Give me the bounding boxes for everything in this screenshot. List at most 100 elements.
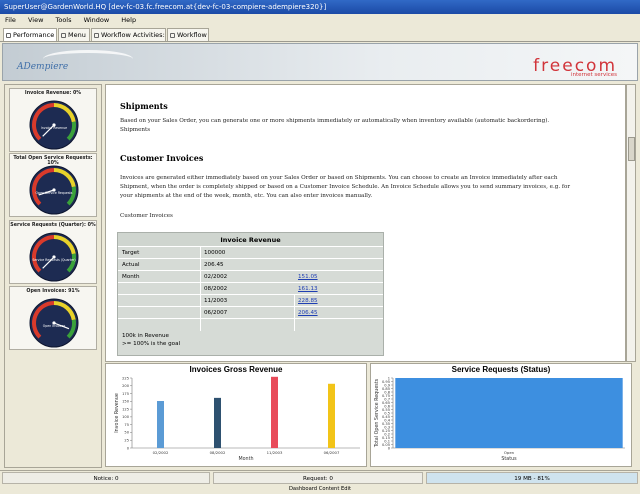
revenue-link[interactable]: 228.85 xyxy=(298,295,318,307)
gauge-label: Open Service Requests xyxy=(36,191,73,195)
tab-workflow[interactable]: Workflow xyxy=(167,28,209,41)
table-row: Actual 206.45 xyxy=(118,259,383,271)
month-value: 08/2002 xyxy=(204,286,228,292)
window-title: SuperUser@GardenWorld.HQ [dev-fc-03.fc.f… xyxy=(0,0,640,14)
month-value: 06/2007 xyxy=(204,310,228,316)
y-tick-label: 0.1 xyxy=(384,439,390,443)
tab-bar: Performance Menu Workflow Activities: 1 … xyxy=(0,27,640,42)
bar[interactable] xyxy=(271,376,278,448)
menu-file[interactable]: File xyxy=(5,16,16,24)
x-tick-label: Open xyxy=(504,450,515,455)
table-row: 11/2003 228.85 xyxy=(118,295,383,307)
chart-svg: 0 25 50 75 100 125 150 175 200 225 02/2002 08/2002 1… xyxy=(114,376,360,462)
application-window: SuperUser@GardenWorld.HQ [dev-fc-03.fc.f… xyxy=(0,0,640,494)
y-tick-label: 0.55 xyxy=(382,408,390,412)
y-tick-label: 0.65 xyxy=(382,401,390,405)
y-tick-label: 0.9 xyxy=(384,383,390,387)
gauge-title: Invoice Revenue: 0% xyxy=(24,91,82,96)
tab-performance-label: Performance xyxy=(13,31,55,39)
vertical-scrollbar[interactable] xyxy=(626,84,636,362)
invoice-revenue-table: Invoice Revenue Target 100000 Actual 206… xyxy=(117,232,384,356)
actual-value: 206.45 xyxy=(204,262,224,268)
gauge-open-service-requests[interactable]: Total Open Service Requests: 10% Open Se… xyxy=(9,153,97,217)
month-value: 02/2002 xyxy=(204,274,228,280)
gauge-dial: Service Requests (Quarter) xyxy=(29,232,79,282)
y-tick-label: 0.4 xyxy=(384,418,390,422)
y-tick-label: 75 xyxy=(124,423,129,427)
y-tick-label: 0.15 xyxy=(382,436,390,440)
footnote-line-2: >= 100% is the goal xyxy=(122,341,181,347)
bar[interactable] xyxy=(395,378,623,448)
tab-workflow-activities-label: Workflow Activities: 1 xyxy=(101,31,171,39)
invoices-gross-revenue-chart[interactable]: Invoices Gross Revenue 0 25 50 75 100 125 150 1… xyxy=(105,363,367,467)
gauge-invoice-revenue[interactable]: Invoice Revenue: 0% Invoice Revenue xyxy=(9,88,97,152)
x-axis-label: Month xyxy=(238,456,253,462)
gauge-label: Invoice Revenue xyxy=(41,126,67,130)
service-requests-chart[interactable]: Service Requests (Status) 0 0.05 0.1 0.15 0.… xyxy=(370,363,632,467)
gauge-title: Open Invoices: 91% xyxy=(26,289,80,294)
y-tick-label: 0.3 xyxy=(384,425,390,429)
menu-help[interactable]: Help xyxy=(121,16,136,24)
workflow-activities-icon xyxy=(94,33,99,38)
y-tick-label: 200 xyxy=(122,384,130,388)
y-tick-label: 0.25 xyxy=(382,429,390,433)
menu-view[interactable]: View xyxy=(28,16,43,24)
customer-invoices-text-2: Customer Invoices xyxy=(120,213,173,219)
shipments-text-2: Shipments xyxy=(120,127,151,133)
status-bar: Notice: 0 Request: 0 19 MB - 81% xyxy=(0,470,640,484)
menu-window[interactable]: Window xyxy=(84,16,110,24)
tab-menu[interactable]: Menu xyxy=(58,28,90,41)
bar[interactable] xyxy=(214,397,221,448)
tab-performance[interactable]: Performance xyxy=(3,28,57,41)
y-tick-label: 0 xyxy=(388,446,391,450)
gauge-title: Service Requests (Quarter): 0% xyxy=(10,223,96,228)
menu-tools[interactable]: Tools xyxy=(55,16,71,24)
column-divider xyxy=(294,295,295,331)
menu-icon xyxy=(61,33,66,38)
request-status[interactable]: Request: 0 xyxy=(213,472,423,484)
gauge-service-requests-quarter[interactable]: Service Requests (Quarter): 0% Service R… xyxy=(9,220,97,284)
scrollbar-thumb[interactable] xyxy=(628,137,635,161)
gauge-open-invoices[interactable]: Open Invoices: 91% Open Invoices xyxy=(9,286,97,350)
footnote-line-1: 100k in Revenue xyxy=(122,333,169,339)
gauge-dial: Invoice Revenue xyxy=(29,100,79,150)
x-tick-label: 08/2002 xyxy=(210,450,226,455)
y-tick-label: 0.8 xyxy=(384,390,390,394)
adempiere-logo: ADempiere xyxy=(17,62,69,72)
revenue-link[interactable]: 161.13 xyxy=(298,283,318,295)
bar[interactable] xyxy=(328,383,335,448)
y-tick-label: 50 xyxy=(124,431,129,435)
freecom-tagline: internet services xyxy=(570,72,617,78)
x-tick-label: 11/2003 xyxy=(267,450,283,455)
y-tick-label: 150 xyxy=(122,400,130,404)
revenue-link[interactable]: 206.45 xyxy=(298,307,318,319)
month-label: Month xyxy=(122,274,140,280)
target-label: Target xyxy=(122,250,140,256)
y-tick-label: 0.85 xyxy=(382,387,390,391)
y-tick-label: 0 xyxy=(127,446,130,450)
y-tick-label: 0.35 xyxy=(382,422,390,426)
header-banner: ADempiere freecom internet services xyxy=(2,43,638,81)
menu-bar: File View Tools Window Help xyxy=(0,14,640,27)
notice-status[interactable]: Notice: 0 xyxy=(2,472,210,484)
memory-status[interactable]: 19 MB - 81% xyxy=(426,472,638,484)
target-value: 100000 xyxy=(204,250,226,256)
chart-title: Invoices Gross Revenue xyxy=(189,365,283,374)
y-axis-label: Total Open Service Requests xyxy=(374,378,380,448)
bar[interactable] xyxy=(157,401,164,448)
y-tick-label: 0.95 xyxy=(382,380,390,384)
y-tick-label: 125 xyxy=(122,407,129,411)
customer-invoices-heading: Customer Invoices xyxy=(120,153,204,163)
table-footnote: 100k in Revenue >= 100% is the goal xyxy=(122,332,180,348)
y-tick-label: 100 xyxy=(122,415,130,419)
y-tick-label: 1 xyxy=(388,376,390,380)
tab-workflow-activities[interactable]: Workflow Activities: 1 xyxy=(91,28,171,41)
tab-workflow-label: Workflow xyxy=(177,31,207,39)
chart-title: Service Requests (Status) xyxy=(451,365,551,374)
revenue-link[interactable]: 151.05 xyxy=(298,271,318,283)
x-axis-label: Status xyxy=(501,456,517,462)
y-tick-label: 0.05 xyxy=(382,443,390,447)
shipments-text: Based on your Sales Order, you can gener… xyxy=(120,118,550,124)
y-tick-label: 0.2 xyxy=(384,432,390,436)
notice-label: Notice: 0 xyxy=(93,476,119,482)
